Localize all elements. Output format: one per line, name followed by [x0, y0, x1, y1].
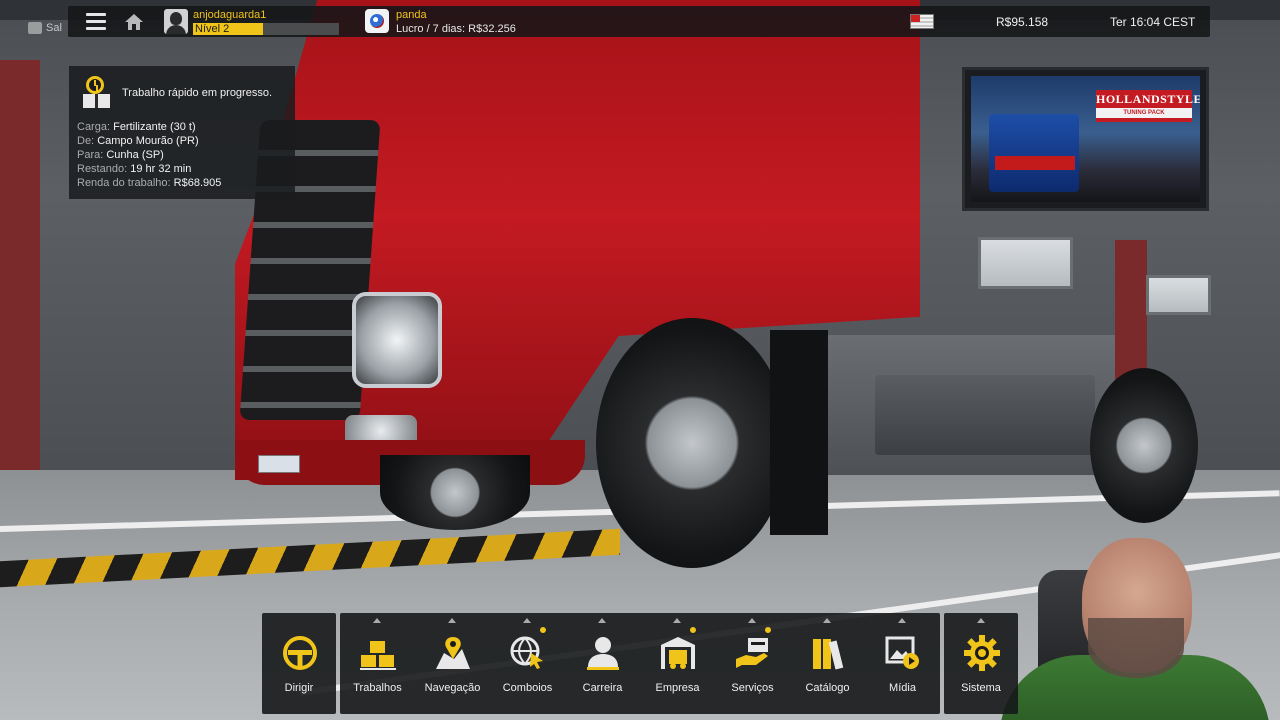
dock-label: Catálogo [805, 682, 850, 694]
tv-ad-image: HOLLANDSTYLE TUNING PACK [971, 76, 1200, 202]
dock-label: Comboios [502, 682, 553, 694]
garage-tv-screen: HOLLANDSTYLE TUNING PACK [962, 67, 1209, 211]
dock-media-button[interactable]: Mídia [865, 613, 940, 714]
level-progress-bar: Nível 2 [193, 23, 339, 35]
truck-headlight [352, 292, 442, 388]
company-logo-icon[interactable] [365, 9, 389, 33]
truck-front-wheel [596, 318, 788, 568]
dock-main-group: Trabalhos Navegação Comboios Carreira Em… [340, 613, 940, 714]
dock-convoy-button[interactable]: Comboios [490, 613, 565, 714]
dock-label: Serviços [731, 682, 774, 694]
books-icon [809, 635, 847, 671]
job-details: Carga: Fertilizante (30 t) De: Campo Mou… [77, 120, 221, 190]
job-row-label: Restando: [77, 163, 128, 175]
map-pin-icon [434, 635, 472, 671]
caret-up-icon [977, 618, 985, 623]
dock-label: Dirigir [284, 682, 314, 694]
person-icon [584, 635, 622, 671]
job-row-value: R$68.905 [173, 177, 222, 189]
job-row-value: 19 hr 32 min [130, 163, 192, 175]
truck-rear-wheel [1090, 368, 1198, 523]
dock-services-button[interactable]: Serviços [715, 613, 790, 714]
truck-left-wheel [380, 455, 530, 530]
dock-company-button[interactable]: Empresa [640, 613, 715, 714]
tv-ad-logo: HOLLANDSTYLE TUNING PACK [1096, 90, 1200, 122]
job-title: Trabalho rápido em progresso. [122, 87, 273, 99]
job-progress-panel: Trabalho rápido em progresso. Carga: Fer… [69, 66, 295, 199]
garage-truck-icon [659, 635, 697, 671]
username[interactable]: anjodaguarda1 [193, 9, 266, 21]
ghost-label-text: Sal [46, 22, 62, 34]
webcam-beard [1088, 618, 1184, 678]
dock-label: Trabalhos [353, 682, 402, 694]
caret-up-icon [673, 618, 681, 623]
dock-label: Carreira [582, 682, 623, 694]
cargo-boxes-icon [359, 635, 397, 671]
home-icon[interactable] [124, 13, 144, 31]
caret-up-icon [598, 618, 606, 623]
steering-wheel-icon [281, 635, 319, 671]
dock-label: Navegação [424, 682, 481, 694]
dock-drive-group: Dirigir [262, 613, 336, 714]
job-row-label: Carga: [77, 121, 111, 133]
dock-career-button[interactable]: Carreira [565, 613, 640, 714]
job-row-value: Cunha (SP) [106, 149, 164, 161]
job-cargo-row: Carga: Fertilizante (30 t) [77, 120, 221, 134]
garage-window [1146, 275, 1211, 315]
mudflap [770, 330, 828, 535]
job-income-row: Renda do trabalho: R$68.905 [77, 176, 221, 190]
tv-ad-brand: HOLLANDSTYLE [1096, 92, 1200, 106]
tv-ad-truck-stripe [995, 156, 1075, 170]
job-row-value: Campo Mourão (PR) [97, 135, 199, 147]
game-clock: Ter 16:04 CEST [1110, 15, 1196, 29]
caret-up-icon [523, 618, 531, 623]
dock-navigation-button[interactable]: Navegação [415, 613, 490, 714]
quick-job-icon [82, 76, 111, 108]
job-origin-row: De: Campo Mourão (PR) [77, 134, 221, 148]
dock-system-group: Sistema [944, 613, 1018, 714]
job-row-label: Para: [77, 149, 104, 161]
job-row-value: Fertilizante (30 t) [113, 121, 196, 133]
caret-up-icon [748, 618, 756, 623]
caret-up-icon [823, 618, 831, 623]
gear-icon [963, 635, 1001, 671]
tv-ad-subtitle: TUNING PACK [1096, 108, 1192, 118]
license-plate [258, 455, 300, 473]
tv-ad-truck [989, 114, 1079, 192]
garage-window [978, 237, 1073, 289]
job-destination-row: Para: Cunha (SP) [77, 148, 221, 162]
money-balance: R$95.158 [996, 15, 1049, 29]
media-play-icon [884, 635, 922, 671]
country-flag-icon [910, 14, 934, 29]
notification-dot [765, 627, 771, 633]
level-label: Nível 2 [195, 23, 230, 35]
job-row-label: Renda do trabalho: [77, 177, 171, 189]
caret-up-icon [898, 618, 906, 623]
dock-label: Sistema [961, 682, 1001, 694]
dock-jobs-button[interactable]: Trabalhos [340, 613, 415, 714]
dock-drive-button[interactable]: Dirigir [262, 613, 336, 714]
fuel-tank [875, 375, 1095, 455]
notification-dot [540, 627, 546, 633]
webcam-overlay [990, 530, 1280, 720]
dock-system-button[interactable]: Sistema [944, 613, 1018, 714]
job-row-label: De: [77, 135, 95, 147]
save-icon [28, 22, 42, 35]
dock-label: Empresa [655, 682, 700, 694]
dock-label: Mídia [889, 682, 916, 694]
notification-dot [690, 627, 696, 633]
company-profit: Lucro / 7 dias: R$32.256 [396, 23, 516, 35]
company-name[interactable]: panda [396, 9, 427, 21]
avatar[interactable] [164, 9, 188, 34]
top-bar: anjodaguarda1 Nível 2 panda Lucro / 7 di… [68, 6, 1210, 37]
ghost-save-label: Sal [28, 22, 62, 35]
caret-up-icon [448, 618, 456, 623]
caret-up-icon [373, 618, 381, 623]
service-hand-icon [734, 635, 772, 671]
job-remaining-row: Restando: 19 hr 32 min [77, 162, 221, 176]
globe-cursor-icon [509, 635, 547, 671]
garage-pillar [0, 60, 40, 480]
dock-catalog-button[interactable]: Catálogo [790, 613, 865, 714]
menu-icon[interactable] [86, 13, 106, 30]
